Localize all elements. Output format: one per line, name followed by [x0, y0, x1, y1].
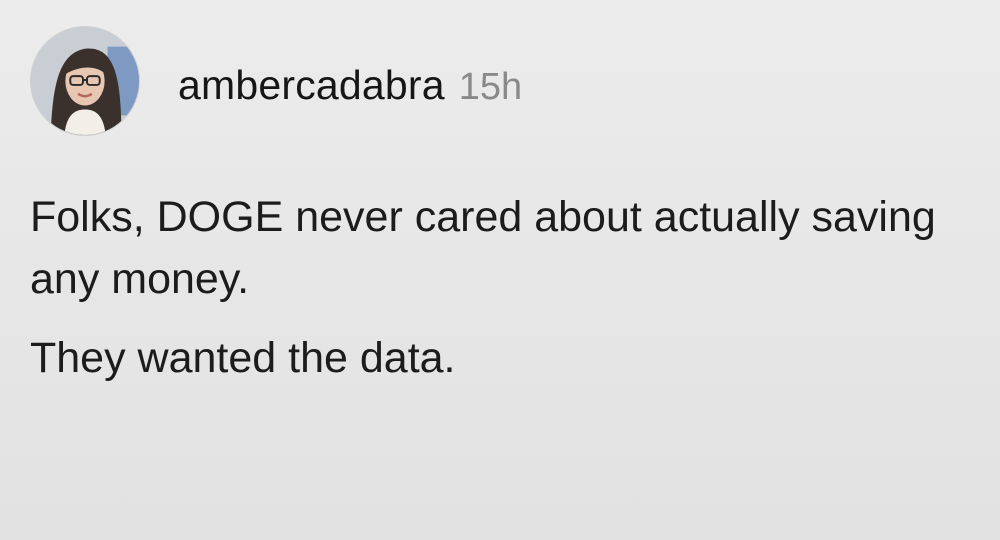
post-paragraph-2: They wanted the data.: [30, 333, 456, 382]
post-body: Folks, DOGE never cared about actually s…: [30, 186, 980, 405]
profile-photo-icon: [31, 27, 139, 135]
post-paragraph-1: Folks, DOGE never cared about actually s…: [30, 193, 936, 304]
post-card: ambercadabra 15h Folks, DOGE never cared…: [0, 0, 1000, 540]
timestamp[interactable]: 15h: [459, 66, 522, 109]
avatar[interactable]: [30, 26, 140, 136]
post-header: ambercadabra 15h: [178, 62, 522, 114]
username[interactable]: ambercadabra: [178, 62, 445, 109]
